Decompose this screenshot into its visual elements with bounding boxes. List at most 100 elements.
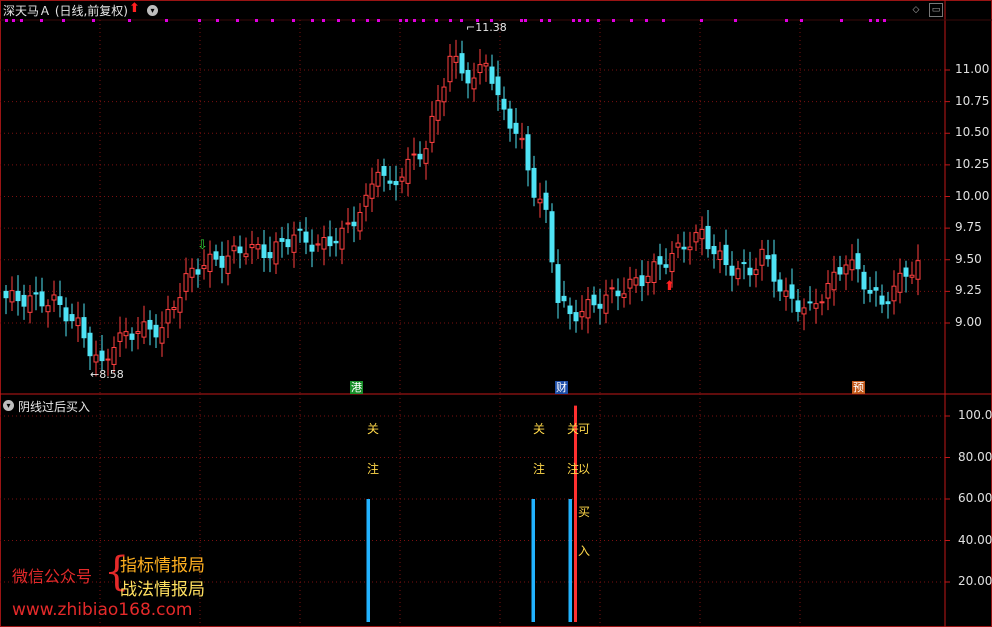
indicator-axis-label: 20.00: [958, 574, 992, 588]
candle-body: [333, 240, 339, 244]
candle-body: [273, 241, 279, 265]
signal-dot: [413, 19, 416, 22]
signal-dot: [883, 19, 886, 22]
signal-dot: [311, 19, 314, 22]
candle-body: [507, 108, 513, 129]
candle-body: [459, 53, 465, 74]
candle-body: [717, 250, 723, 261]
candle-body: [309, 244, 315, 252]
indicator-axis-label: 40.00: [958, 532, 992, 547]
signal-dot: [524, 19, 527, 22]
candle-body: [303, 231, 309, 243]
price-axis-label: 9.50: [955, 251, 982, 266]
price-axis-label: 9.00: [955, 315, 982, 329]
signal-dot: [449, 19, 452, 22]
candle-body: [147, 319, 153, 330]
signal-dot: [540, 19, 543, 22]
candle-body: [69, 314, 75, 322]
candle-body: [153, 324, 159, 338]
candle-body: [81, 317, 87, 339]
candle-body: [639, 275, 645, 287]
indicator-axis-label: 80.00: [958, 449, 992, 464]
candle-body: [633, 277, 639, 286]
candle-body: [813, 303, 819, 309]
buy-text-2: 以: [578, 462, 591, 476]
candle-body: [705, 225, 711, 250]
candle-body: [693, 232, 699, 243]
candle-body: [651, 261, 657, 283]
chevron-down-icon[interactable]: ▾: [3, 400, 14, 411]
price-axis-label: 9.75: [955, 220, 982, 235]
candle-body: [411, 153, 417, 156]
signal-bar: [568, 499, 572, 622]
chart-title: 深天马Ａ (日线,前复权): [3, 4, 128, 18]
signal-dot: [734, 19, 737, 22]
event-badge-finance[interactable]: 财: [555, 381, 568, 394]
candle-body: [837, 267, 843, 275]
candle-body: [855, 253, 861, 270]
candle-body: [711, 246, 717, 255]
signal-dot: [612, 19, 615, 22]
signal-bar: [531, 499, 535, 622]
signal-bar: [366, 499, 370, 622]
candle-body: [375, 171, 381, 187]
signal-dot: [435, 19, 438, 22]
candle-body: [531, 167, 537, 198]
buy-signal-bar: [574, 405, 577, 622]
candle-body: [789, 284, 795, 299]
candle-body: [21, 294, 27, 307]
candle-body: [417, 153, 423, 160]
candle-body: [243, 253, 249, 258]
event-badge-hk[interactable]: 港: [350, 381, 363, 394]
candle-body: [111, 347, 117, 365]
price-axis-label: 10.00: [955, 188, 990, 203]
signal-text-2a: 关: [533, 422, 546, 436]
chevron-down-icon[interactable]: ▾: [147, 5, 158, 16]
signal-dot: [271, 19, 274, 22]
candle-body: [687, 246, 693, 251]
candle-body: [129, 333, 135, 340]
candle-body: [645, 275, 651, 283]
signal-dot: [236, 19, 239, 22]
signal-dot: [662, 19, 665, 22]
candle-body: [549, 211, 555, 263]
signal-dot: [548, 19, 551, 22]
candle-body: [663, 264, 669, 268]
candle-body: [831, 271, 837, 291]
watermark-line2: 战法情报局: [120, 580, 205, 600]
red-up-arrow-icon: ⬆: [129, 1, 140, 16]
price-axis-label: 10.50: [955, 125, 990, 140]
candle-body: [279, 238, 285, 242]
candle-body: [843, 264, 849, 275]
signal-dot: [20, 19, 23, 22]
candle-body: [597, 303, 603, 309]
candle-body: [33, 292, 39, 295]
candle-body: [345, 222, 351, 225]
candle-body: [795, 300, 801, 312]
candle-body: [405, 158, 411, 184]
window-icon[interactable]: ▭: [929, 3, 943, 17]
candle-body: [699, 228, 705, 240]
signal-dot: [869, 19, 872, 22]
candle-body: [915, 260, 921, 280]
event-badge-forecast[interactable]: 预: [852, 381, 865, 394]
leader-arrow-icon: ⌐: [466, 21, 476, 34]
candle-body: [249, 243, 255, 249]
buy-text-1: 可: [578, 422, 591, 436]
candle-body: [759, 248, 765, 266]
candle-body: [543, 192, 549, 210]
candle-body: [99, 350, 105, 362]
signal-dot: [586, 19, 589, 22]
watermark-url: www.zhibiao168.com: [12, 600, 193, 620]
candle-body: [135, 331, 141, 334]
buy-text-3: 买: [578, 505, 591, 519]
candle-body: [867, 289, 873, 294]
diamond-icon[interactable]: ◇: [910, 4, 922, 16]
candle-body: [591, 294, 597, 306]
signal-dot: [255, 19, 258, 22]
candle-body: [567, 305, 573, 315]
price-axis-label: 10.75: [955, 93, 990, 108]
candle-body: [261, 244, 267, 259]
price-chart[interactable]: [0, 0, 992, 627]
candle-body: [189, 267, 195, 278]
